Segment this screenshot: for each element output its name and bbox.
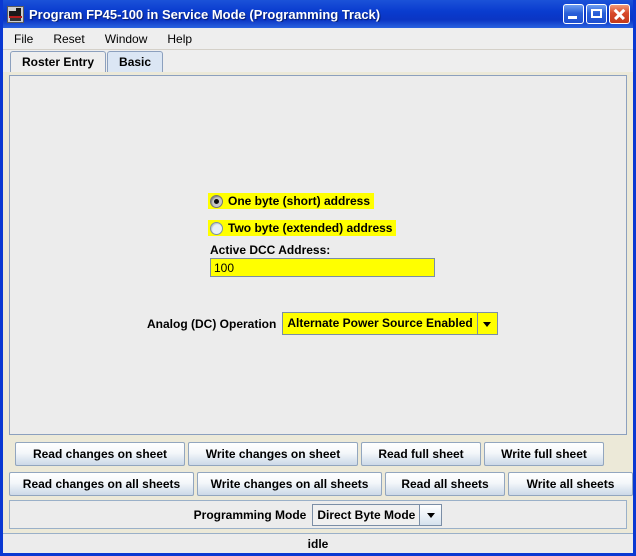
menu-bar: File Reset Window Help	[3, 28, 633, 50]
analog-operation-label: Analog (DC) Operation	[147, 316, 277, 331]
analog-operation-select[interactable]: Alternate Power Source Enabled	[282, 312, 498, 335]
maximize-icon[interactable]	[586, 4, 607, 24]
window-controls	[563, 4, 630, 24]
tab-basic[interactable]: Basic	[107, 51, 164, 72]
write-full-sheet-button[interactable]: Write full sheet	[484, 442, 604, 466]
menu-item-window[interactable]: Window	[101, 30, 157, 48]
radio-selected-icon	[210, 194, 223, 208]
programming-mode-panel: Programming Mode Direct Byte Mode	[9, 500, 627, 529]
status-text: idle	[307, 536, 329, 551]
chevron-down-icon[interactable]	[476, 313, 497, 334]
write-all-sheets-button[interactable]: Write all sheets	[508, 472, 633, 496]
read-changes-on-all-sheets-button[interactable]: Read changes on all sheets	[9, 472, 194, 496]
program-window: Program FP45-100 in Service Mode (Progra…	[0, 0, 636, 556]
radio-one-byte-label: One byte (short) address	[228, 194, 371, 208]
read-full-sheet-button[interactable]: Read full sheet	[361, 442, 481, 466]
dcc-address-label: Active DCC Address:	[210, 243, 331, 257]
radio-one-byte-address[interactable]: One byte (short) address	[208, 193, 375, 209]
minimize-icon[interactable]	[563, 4, 584, 24]
menu-item-file[interactable]: File	[10, 30, 42, 48]
all-sheets-button-row: Read changes on all sheets Write changes…	[9, 471, 633, 497]
read-changes-on-sheet-button[interactable]: Read changes on sheet	[15, 442, 185, 466]
locomotive-icon	[7, 5, 24, 23]
programming-mode-value: Direct Byte Mode	[313, 504, 420, 525]
chevron-down-icon[interactable]	[419, 504, 442, 525]
close-icon[interactable]	[609, 4, 630, 24]
read-all-sheets-button[interactable]: Read all sheets	[385, 472, 505, 496]
write-changes-on-sheet-button[interactable]: Write changes on sheet	[188, 442, 358, 466]
analog-operation-value: Alternate Power Source Enabled	[287, 316, 473, 330]
window-title: Program FP45-100 in Service Mode (Progra…	[29, 6, 381, 22]
programming-mode-select[interactable]: Direct Byte Mode	[312, 503, 443, 526]
status-bar: idle	[3, 533, 633, 553]
programming-mode-label: Programming Mode	[193, 507, 307, 522]
menu-item-help[interactable]: Help	[163, 30, 201, 48]
write-changes-on-all-sheets-button[interactable]: Write changes on all sheets	[197, 472, 382, 496]
sheet-button-row: Read changes on sheet Write changes on s…	[15, 441, 627, 467]
form-area: One byte (short) address Two byte (exten…	[10, 76, 626, 434]
tab-strip: Roster Entry Basic	[3, 50, 633, 72]
basic-tab-panel: One byte (short) address Two byte (exten…	[9, 75, 627, 435]
analog-operation-row: Analog (DC) Operation Alternate Power So…	[147, 312, 498, 335]
dcc-address-input[interactable]	[210, 258, 435, 277]
radio-two-byte-label: Two byte (extended) address	[228, 221, 393, 235]
radio-unselected-icon	[210, 221, 223, 235]
radio-two-byte-address[interactable]: Two byte (extended) address	[208, 220, 397, 236]
tab-roster-entry[interactable]: Roster Entry	[10, 51, 107, 72]
title-bar: Program FP45-100 in Service Mode (Progra…	[3, 0, 633, 28]
menu-item-reset[interactable]: Reset	[49, 30, 93, 48]
